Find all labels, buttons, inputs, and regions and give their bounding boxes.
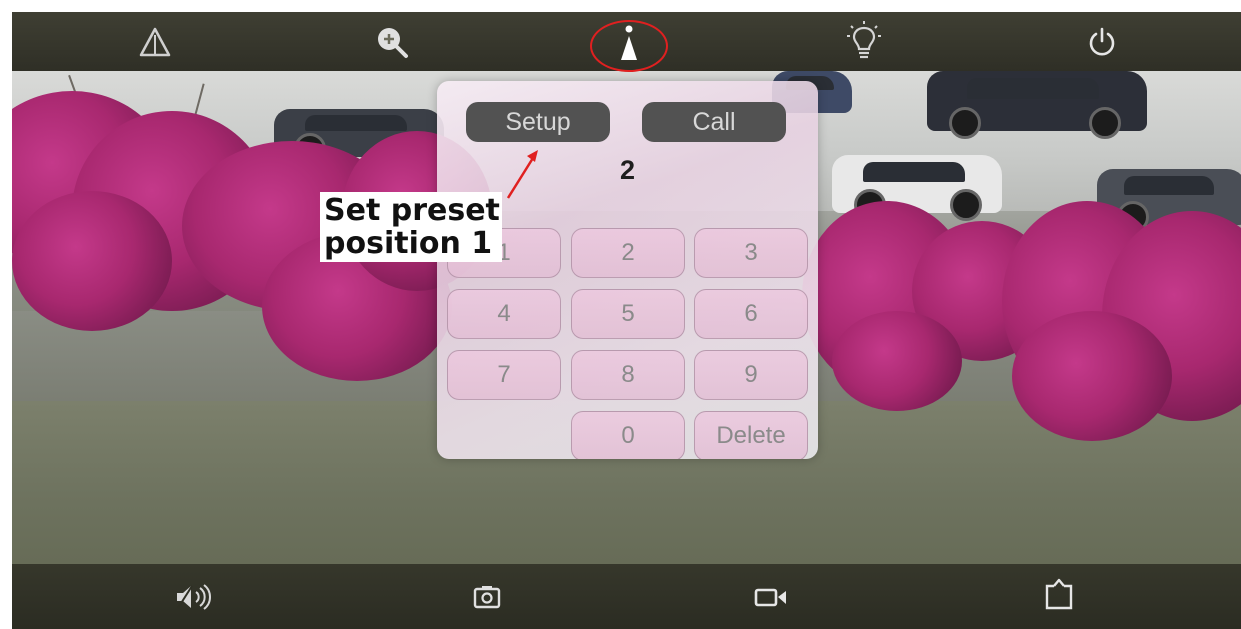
- key-0[interactable]: 0: [571, 411, 685, 459]
- camera-app-screen: Setup Call 2 1 2 3 4 5 6 7 8 9 0 Delete: [12, 12, 1241, 629]
- key-9[interactable]: 9: [694, 350, 808, 400]
- speaker-icon[interactable]: [172, 575, 216, 619]
- share-icon[interactable]: [1037, 572, 1081, 616]
- zoom-in-icon[interactable]: [370, 20, 414, 64]
- lightbulb-icon[interactable]: [842, 18, 886, 62]
- power-icon[interactable]: [1080, 20, 1124, 64]
- flower-bush: [1012, 311, 1172, 441]
- setup-button[interactable]: Setup: [466, 102, 610, 142]
- annotation-line-2: position 1: [324, 226, 493, 261]
- preset-keypad-panel: Setup Call 2 1 2 3 4 5 6 7 8 9 0 Delete: [437, 81, 818, 459]
- flower-bush: [12, 191, 172, 331]
- flower-bush: [832, 311, 962, 411]
- snapshot-icon[interactable]: [465, 575, 509, 619]
- key-4[interactable]: 4: [447, 289, 561, 339]
- key-8[interactable]: 8: [571, 350, 685, 400]
- alert-triangle-icon[interactable]: [133, 20, 177, 64]
- parked-car: [832, 155, 1002, 221]
- key-7[interactable]: 7: [447, 350, 561, 400]
- bottom-toolbar: [12, 564, 1241, 629]
- call-button[interactable]: Call: [642, 102, 786, 142]
- delete-button[interactable]: Delete: [694, 411, 808, 459]
- parked-car: [927, 71, 1147, 139]
- preset-icon[interactable]: [607, 22, 651, 66]
- top-toolbar: [12, 12, 1241, 71]
- key-2[interactable]: 2: [571, 228, 685, 278]
- key-5[interactable]: 5: [571, 289, 685, 339]
- preset-number-display: 2: [619, 155, 636, 185]
- annotation-line-1: Set preset: [324, 193, 500, 228]
- record-video-icon[interactable]: [749, 575, 793, 619]
- annotation-label: Set preset position 1: [320, 192, 502, 262]
- key-6[interactable]: 6: [694, 289, 808, 339]
- key-3[interactable]: 3: [694, 228, 808, 278]
